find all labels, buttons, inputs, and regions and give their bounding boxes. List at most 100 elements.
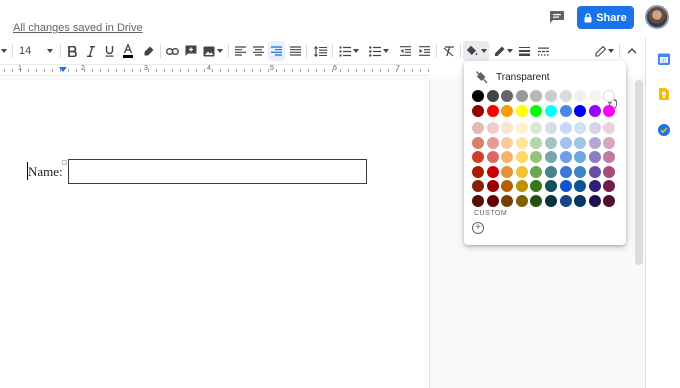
gray-color-swatch[interactable] — [545, 90, 557, 102]
shade-color-swatch[interactable] — [515, 136, 528, 149]
bold-button[interactable] — [65, 41, 79, 61]
transparent-option[interactable]: Transparent — [464, 69, 626, 87]
align-right-button[interactable] — [268, 41, 285, 61]
decrease-indent-button[interactable] — [397, 41, 413, 61]
shade-color-swatch[interactable] — [515, 122, 528, 134]
gray-color-swatch[interactable] — [559, 90, 572, 102]
shade-color-swatch[interactable] — [501, 151, 514, 163]
insert-comment-button[interactable] — [183, 41, 199, 61]
shade-color-swatch[interactable] — [545, 136, 557, 149]
shade-color-swatch[interactable] — [501, 165, 514, 178]
shade-color-swatch[interactable] — [472, 194, 484, 207]
name-input-box[interactable] — [68, 159, 367, 184]
bright-color-swatch[interactable] — [472, 105, 484, 117]
shade-color-swatch[interactable] — [588, 122, 601, 134]
border-dash-button[interactable] — [536, 41, 550, 61]
vertical-scrollbar[interactable] — [635, 80, 643, 265]
gray-color-swatch[interactable] — [515, 90, 528, 102]
line-spacing-button[interactable] — [312, 41, 328, 61]
shade-color-swatch[interactable] — [545, 122, 557, 134]
insert-link-button[interactable] — [164, 41, 180, 61]
shade-color-swatch[interactable] — [530, 151, 543, 163]
bright-color-swatch[interactable] — [574, 105, 587, 117]
shade-color-swatch[interactable] — [545, 180, 557, 192]
gray-color-swatch[interactable] — [588, 90, 601, 102]
align-left-button[interactable] — [233, 41, 247, 61]
shade-color-swatch[interactable] — [603, 194, 616, 207]
hide-menus-button[interactable] — [624, 41, 640, 61]
shade-color-swatch[interactable] — [501, 180, 514, 192]
add-custom-color-button[interactable]: + — [472, 222, 484, 234]
shade-color-swatch[interactable] — [472, 180, 484, 192]
table-cell-background-color-button[interactable] — [463, 41, 489, 61]
shade-color-swatch[interactable] — [588, 194, 601, 207]
save-status-link[interactable]: All changes saved in Drive — [13, 22, 143, 34]
table-cell-handle[interactable] — [62, 160, 67, 165]
shade-color-swatch[interactable] — [574, 122, 587, 134]
bright-color-swatch[interactable] — [486, 105, 499, 117]
shade-color-swatch[interactable] — [545, 194, 557, 207]
border-color-button[interactable] — [492, 41, 514, 61]
gray-color-swatch[interactable] — [530, 90, 543, 102]
shade-color-swatch[interactable] — [603, 136, 616, 149]
shade-color-swatch[interactable] — [501, 194, 514, 207]
shade-color-swatch[interactable] — [486, 136, 499, 149]
keep-icon[interactable] — [657, 87, 671, 101]
shade-color-swatch[interactable] — [515, 194, 528, 207]
shade-color-swatch[interactable] — [559, 194, 572, 207]
highlight-color-button[interactable] — [140, 41, 156, 61]
italic-button[interactable] — [84, 41, 98, 61]
bright-color-swatch[interactable] — [559, 105, 572, 117]
shade-color-swatch[interactable] — [574, 136, 587, 149]
horizontal-ruler[interactable]: 1 2 3 4 5 6 7 — [0, 64, 430, 76]
shade-color-swatch[interactable] — [574, 165, 587, 178]
shade-color-swatch[interactable] — [588, 151, 601, 163]
shade-color-swatch[interactable] — [501, 122, 514, 134]
increase-indent-button[interactable] — [416, 41, 432, 61]
shade-color-swatch[interactable] — [486, 165, 499, 178]
font-dropdown-arrow[interactable] — [0, 41, 8, 61]
shade-color-swatch[interactable] — [559, 151, 572, 163]
shade-color-swatch[interactable] — [530, 122, 543, 134]
shade-color-swatch[interactable] — [603, 165, 616, 178]
shade-color-swatch[interactable] — [515, 180, 528, 192]
text-color-button[interactable] — [120, 41, 136, 61]
shade-color-swatch[interactable] — [530, 136, 543, 149]
shade-color-swatch[interactable] — [603, 151, 616, 163]
document-page[interactable] — [0, 80, 430, 388]
shade-color-swatch[interactable] — [574, 151, 587, 163]
account-avatar[interactable] — [645, 5, 669, 29]
shade-color-swatch[interactable] — [501, 136, 514, 149]
shade-color-swatch[interactable] — [574, 180, 587, 192]
gray-color-swatch[interactable] — [574, 90, 587, 102]
shade-color-swatch[interactable] — [472, 165, 484, 178]
shade-color-swatch[interactable] — [588, 165, 601, 178]
bright-color-swatch[interactable] — [530, 105, 543, 117]
font-size-select[interactable]: 14 — [16, 41, 56, 61]
shade-color-swatch[interactable] — [472, 151, 484, 163]
bright-color-swatch[interactable] — [501, 105, 514, 117]
shade-color-swatch[interactable] — [472, 122, 484, 134]
shade-color-swatch[interactable] — [559, 122, 572, 134]
shade-color-swatch[interactable] — [530, 180, 543, 192]
insert-image-button[interactable] — [202, 41, 224, 61]
shade-color-swatch[interactable] — [530, 194, 543, 207]
shade-color-swatch[interactable] — [559, 180, 572, 192]
indent-marker[interactable] — [59, 67, 67, 72]
calendar-icon[interactable]: 31 — [657, 52, 671, 66]
underline-button[interactable] — [102, 41, 116, 61]
shade-color-swatch[interactable] — [559, 165, 572, 178]
shade-color-swatch[interactable] — [574, 194, 587, 207]
shade-color-swatch[interactable] — [486, 180, 499, 192]
comment-history-button[interactable] — [547, 8, 567, 26]
bright-color-swatch[interactable] — [588, 105, 601, 117]
shade-color-swatch[interactable] — [603, 180, 616, 192]
shade-color-swatch[interactable] — [486, 151, 499, 163]
shade-color-swatch[interactable] — [588, 136, 601, 149]
shade-color-swatch[interactable] — [545, 165, 557, 178]
share-button[interactable]: Share — [577, 6, 634, 29]
bright-color-swatch[interactable] — [545, 105, 557, 117]
tasks-icon[interactable] — [657, 123, 671, 137]
shade-color-swatch[interactable] — [530, 165, 543, 178]
shade-color-swatch[interactable] — [603, 122, 616, 134]
